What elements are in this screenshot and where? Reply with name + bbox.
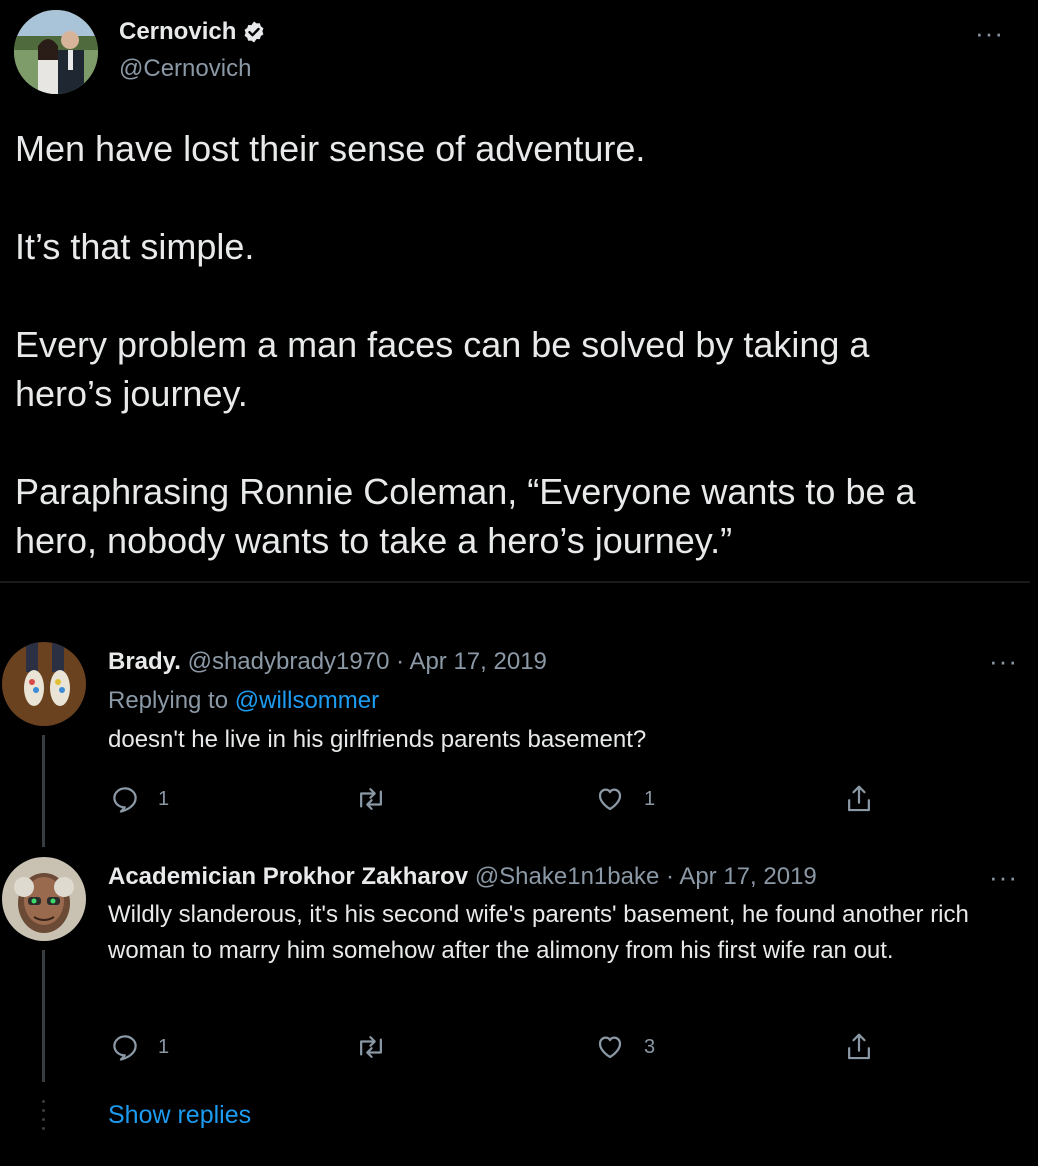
reply-header: Brady. @shadybrady1970 · Apr 17, 2019 bbox=[108, 648, 547, 676]
author-name-text: Cernovich bbox=[119, 18, 237, 45]
reply-button[interactable]: 1 bbox=[110, 1032, 169, 1062]
comment-icon bbox=[113, 787, 137, 813]
retweet-icon bbox=[360, 1036, 382, 1058]
reply-header: Academician Prokhor Zakharov @Shake1n1ba… bbox=[108, 863, 817, 891]
like-count: 1 bbox=[644, 787, 656, 810]
tweet-paragraph: Paraphrasing Ronnie Coleman, “Everyone w… bbox=[15, 471, 916, 561]
thread-line bbox=[42, 950, 45, 1082]
like-count: 3 bbox=[644, 1035, 656, 1058]
show-replies-link[interactable]: Show replies bbox=[108, 1101, 251, 1130]
retweet-icon bbox=[360, 788, 382, 810]
thread-line bbox=[42, 735, 45, 847]
reply-button[interactable]: 1 bbox=[110, 784, 169, 814]
replying-to: Replying to @willsommer bbox=[108, 687, 379, 715]
reply-text: doesn't he live in his girlfriends paren… bbox=[108, 726, 647, 753]
avatar-photo bbox=[2, 857, 86, 941]
reply-count: 1 bbox=[158, 1035, 170, 1058]
share-icon bbox=[848, 1033, 870, 1060]
share-button[interactable] bbox=[844, 1031, 874, 1063]
tweet-paragraph: Men have lost their sense of adventure. bbox=[15, 128, 646, 169]
reply-avatar[interactable] bbox=[2, 642, 86, 726]
heart-icon bbox=[598, 1036, 622, 1059]
tweet-paragraph: It’s that simple. bbox=[15, 226, 255, 267]
reply-author-name[interactable]: Academician Prokhor Zakharov bbox=[108, 863, 468, 890]
more-options-icon[interactable]: ··· bbox=[989, 864, 1018, 890]
avatar-photo bbox=[14, 10, 98, 94]
retweet-button[interactable] bbox=[355, 1032, 405, 1062]
tweet-paragraph: Every problem a man faces can be solved … bbox=[15, 324, 870, 414]
tweet-text: Men have lost their sense of adventure. … bbox=[15, 124, 1015, 565]
like-button[interactable]: 1 bbox=[594, 784, 655, 814]
reply-date[interactable]: · Apr 17, 2019 bbox=[396, 648, 547, 675]
replying-to-link[interactable]: @willsommer bbox=[235, 687, 379, 714]
reply-author-name[interactable]: Brady. bbox=[108, 648, 181, 675]
share-icon bbox=[848, 785, 870, 812]
reply-author-handle[interactable]: @Shake1n1bake bbox=[475, 863, 660, 890]
share-button[interactable] bbox=[844, 783, 874, 815]
author-handle[interactable]: @Cernovich bbox=[119, 55, 251, 83]
reply-count: 1 bbox=[158, 787, 170, 810]
reply-date[interactable]: · Apr 17, 2019 bbox=[666, 863, 817, 890]
more-options-icon[interactable]: ··· bbox=[975, 20, 1004, 46]
heart-icon bbox=[598, 788, 622, 811]
verified-badge-icon bbox=[244, 21, 264, 43]
replying-to-label: Replying to bbox=[108, 687, 229, 714]
avatar-photo bbox=[2, 642, 86, 726]
reply-text: Wildly slanderous, it's his second wife'… bbox=[108, 901, 969, 964]
author-name[interactable]: Cernovich bbox=[119, 18, 266, 46]
comment-icon bbox=[113, 1035, 137, 1061]
like-button[interactable]: 3 bbox=[594, 1032, 655, 1062]
thread-continuation-dots bbox=[42, 1100, 46, 1136]
more-options-icon[interactable]: ··· bbox=[989, 648, 1018, 674]
reply-avatar[interactable] bbox=[2, 857, 86, 941]
reply-author-handle[interactable]: @shadybrady1970 bbox=[188, 648, 390, 675]
retweet-button[interactable] bbox=[355, 784, 405, 814]
divider bbox=[0, 581, 1030, 583]
author-avatar[interactable] bbox=[14, 10, 98, 94]
